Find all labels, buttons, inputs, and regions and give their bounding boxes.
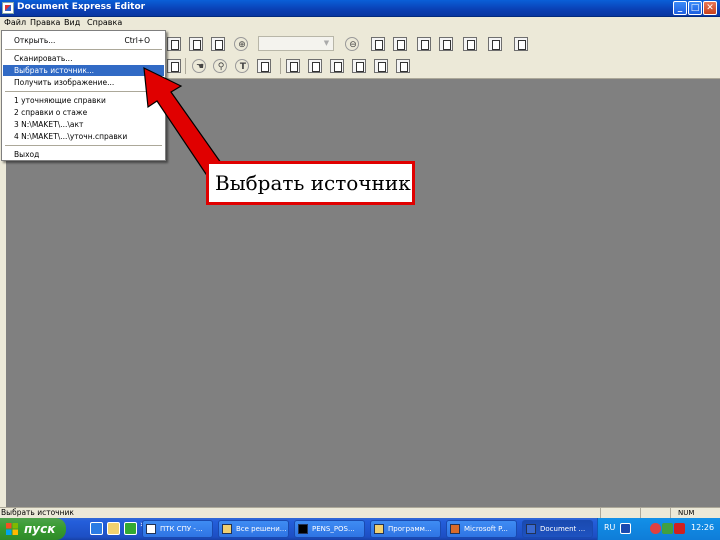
menu-bar: Файл Правка Вид Справка (0, 17, 720, 30)
menu-item-scan[interactable]: Сканировать... (3, 53, 164, 64)
num-lock-indicator: NUM (678, 509, 695, 517)
minimize-button[interactable]: _ (673, 1, 687, 15)
page-icon[interactable] (167, 37, 181, 51)
status-text: Выбрать источник (1, 508, 74, 517)
document-express-icon (526, 524, 536, 534)
menu-item-select-source[interactable]: Выбрать источник... (3, 65, 164, 76)
file-menu-dropdown: Открыть... Ctrl+O Сканировать... Выбрать… (1, 30, 166, 161)
select-icon[interactable] (374, 59, 388, 73)
zoom-in-icon[interactable]: ⊕ (234, 37, 248, 51)
menu-item-recent-4[interactable]: 4 N:\MAKET\...\уточн.справки (3, 131, 164, 142)
taskbar-button[interactable]: Программ... (370, 520, 441, 538)
status-divider (600, 508, 601, 518)
page-icon[interactable] (167, 59, 181, 73)
taskbar-button[interactable]: ПТК СПУ -... (142, 520, 213, 538)
maximize-button[interactable]: □ (688, 1, 702, 15)
antivirus-tray-icon[interactable] (650, 523, 661, 534)
folder-icon (374, 524, 384, 534)
page-icon[interactable] (211, 37, 225, 51)
select-icon[interactable] (286, 59, 300, 73)
start-button[interactable]: пуск (0, 518, 66, 540)
kaspersky-tray-icon[interactable] (674, 523, 685, 534)
status-divider (640, 508, 641, 518)
taskbar-button[interactable]: Все решени... (218, 520, 289, 538)
select-icon[interactable] (308, 59, 322, 73)
page-icon[interactable] (371, 37, 385, 51)
page-icon[interactable] (439, 37, 453, 51)
taskbar-button-active[interactable]: Document ... (522, 520, 593, 538)
select-icon[interactable] (352, 59, 366, 73)
menu-item-exit[interactable]: Выход (3, 149, 164, 160)
magnifier-icon[interactable]: ⚲ (213, 59, 227, 73)
powerpoint-icon (450, 524, 460, 534)
menu-item-open[interactable]: Открыть... Ctrl+O (3, 35, 164, 46)
page-icon[interactable] (514, 37, 528, 51)
help-tray-icon[interactable] (620, 523, 631, 534)
app-quicklaunch-icon[interactable] (124, 522, 137, 535)
menu-view[interactable]: Вид (64, 18, 80, 27)
page-icon[interactable] (393, 37, 407, 51)
zoom-combo[interactable]: ▼ (258, 36, 334, 51)
folder-icon (222, 524, 232, 534)
start-label: пуск (24, 522, 56, 536)
window-title: Document Express Editor (17, 2, 146, 12)
status-bar: Выбрать источник NUM (0, 507, 720, 518)
status-divider (670, 508, 671, 518)
menu-item-shortcut: Ctrl+O (124, 36, 150, 45)
title-bar[interactable]: Document Express Editor _ □ ✕ (0, 0, 720, 17)
menu-edit[interactable]: Правка (30, 18, 60, 27)
console-icon (298, 524, 308, 534)
taskbar-button[interactable]: PENS_POS... (294, 520, 365, 538)
network-tray-icon[interactable] (662, 523, 673, 534)
system-tray: RU 12:26 (597, 518, 720, 540)
select-icon[interactable] (396, 59, 410, 73)
hand-icon[interactable]: ☚ (192, 59, 206, 73)
menu-separator (5, 49, 162, 50)
windows-flag-icon (6, 523, 18, 535)
text-tool-icon[interactable]: T (235, 59, 249, 73)
frame-icon[interactable] (257, 59, 271, 73)
page-icon[interactable] (463, 37, 477, 51)
taskbar-button[interactable]: Microsoft P... (446, 520, 517, 538)
page-icon[interactable] (189, 37, 203, 51)
zoom-out-icon[interactable]: ⊖ (345, 37, 359, 51)
menu-separator (5, 91, 162, 92)
app-icon[interactable] (2, 2, 14, 14)
chevron-down-icon[interactable]: ▼ (321, 38, 332, 49)
folder-quicklaunch-icon[interactable] (107, 522, 120, 535)
page-icon[interactable] (417, 37, 431, 51)
close-button[interactable]: ✕ (703, 1, 717, 15)
menu-item-acquire-image[interactable]: Получить изображение... (3, 77, 164, 88)
menu-item-recent-2[interactable]: 2 справки о стаже (3, 107, 164, 118)
menu-separator (5, 145, 162, 146)
menu-help[interactable]: Справка (87, 18, 122, 27)
taskbar: пуск » ПТК СПУ -... Все решени... PENS_P… (0, 518, 720, 540)
menu-item-recent-1[interactable]: 1 уточняющие справки (3, 95, 164, 106)
window-icon (146, 524, 156, 534)
menu-file[interactable]: Файл (4, 18, 26, 27)
toolbar-separator (185, 58, 186, 74)
clock[interactable]: 12:26 (691, 523, 714, 532)
select-icon[interactable] (330, 59, 344, 73)
callout-box: Выбрать источник (206, 161, 415, 205)
menu-item-recent-3[interactable]: 3 N:\MAKET\...\акт (3, 119, 164, 130)
toolbar-separator (280, 58, 281, 74)
page-icon[interactable] (488, 37, 502, 51)
menu-item-label: Открыть... (14, 36, 56, 45)
ie-quicklaunch-icon[interactable] (90, 522, 103, 535)
language-indicator[interactable]: RU (604, 523, 615, 532)
